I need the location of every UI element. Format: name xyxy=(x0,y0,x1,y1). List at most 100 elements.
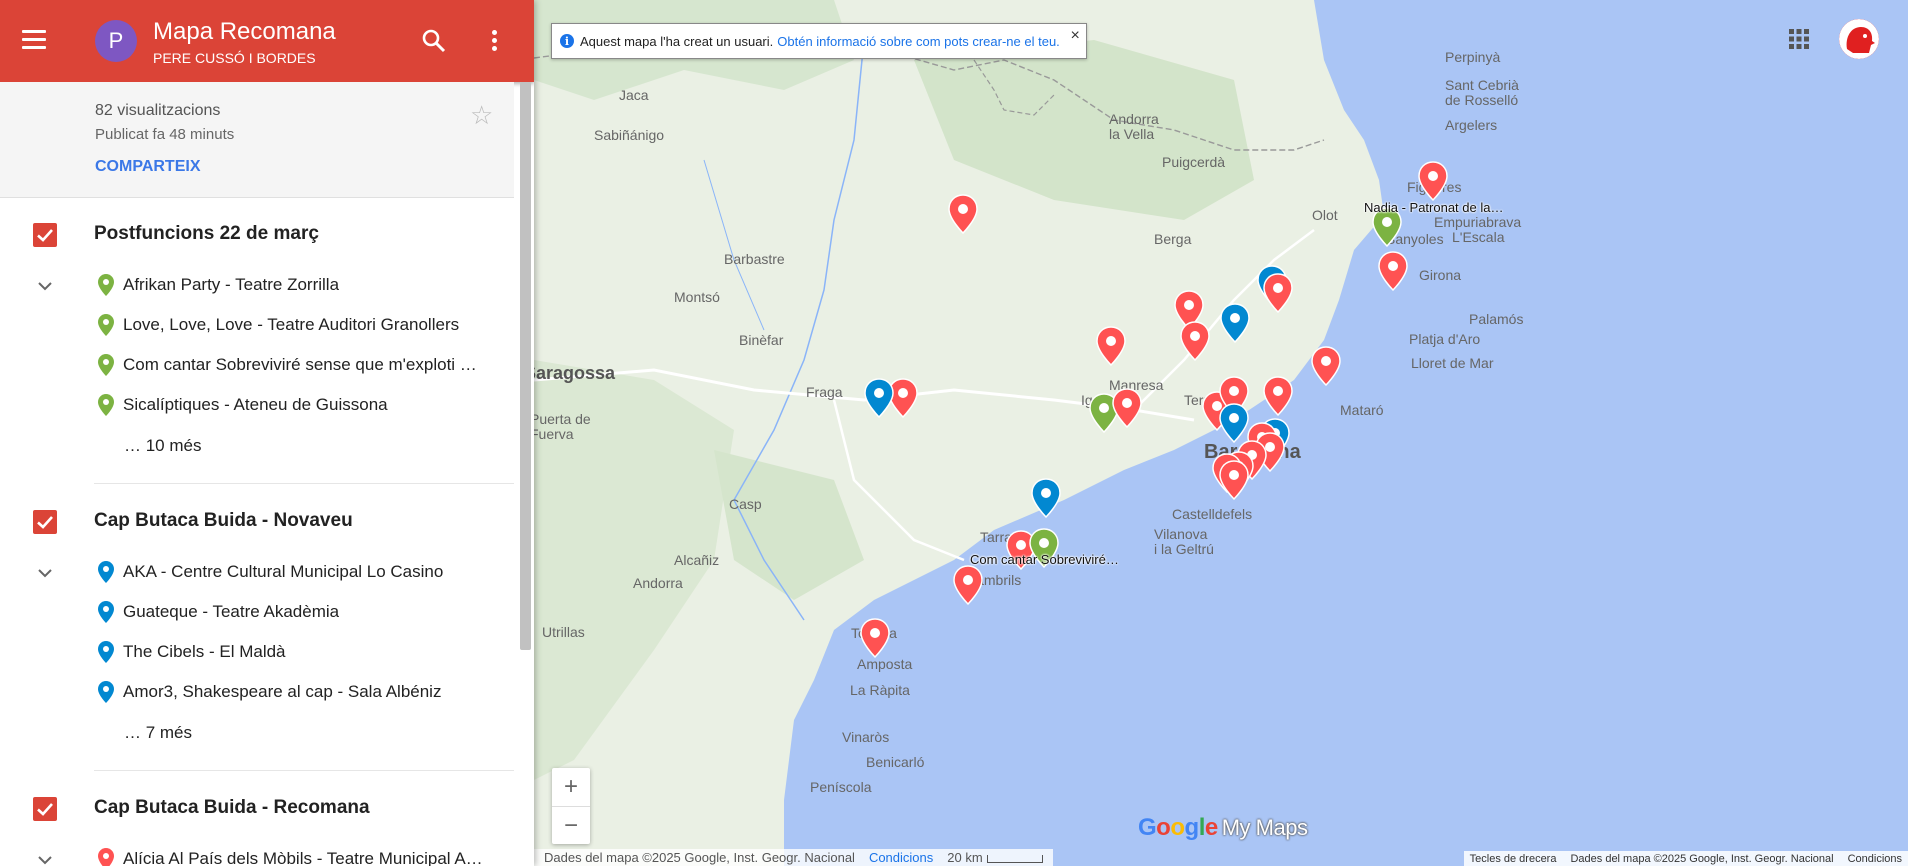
pin-label: Nadia - Patronat de la… xyxy=(1364,200,1504,215)
more-vert-icon[interactable] xyxy=(486,28,502,54)
place-label: Puigcerdà xyxy=(1162,154,1226,170)
map-meta: 82 visualitzacions Publicat fa 48 minuts… xyxy=(0,82,514,198)
place-label: Perpinyà xyxy=(1445,49,1501,65)
search-icon[interactable] xyxy=(421,28,447,54)
map-pin[interactable] xyxy=(864,378,894,418)
layer-item-label: Afrikan Party - Teatre Zorrilla xyxy=(123,275,340,294)
zoom-in-button[interactable]: + xyxy=(552,768,590,807)
map-pin[interactable] xyxy=(1263,273,1293,313)
place-label: Sabiñánigo xyxy=(594,127,665,143)
place-label: Casp xyxy=(729,496,762,512)
panel-scrollbar[interactable] xyxy=(520,82,531,650)
published-time: Publicat fa 48 minuts xyxy=(95,126,235,143)
layer-item[interactable]: Alícia Al País dels Mòbils - Teatre Muni… xyxy=(98,847,483,866)
star-outline-icon[interactable]: ☆ xyxy=(470,100,493,131)
layer-item[interactable]: The Cibels - El Maldà xyxy=(98,640,286,664)
layer-item-label: Guateque - Teatre Akadèmia xyxy=(123,602,340,621)
place-label: Berga xyxy=(1154,231,1192,247)
show-more-link[interactable]: … 7 més xyxy=(124,723,192,743)
map-pin[interactable] xyxy=(1263,376,1293,416)
layer-item[interactable]: Guateque - Teatre Akadèmia xyxy=(98,600,339,624)
layer-item[interactable]: Sicalíptiques - Ateneu de Guissona xyxy=(98,393,388,417)
place-label: Amposta xyxy=(857,656,913,672)
place-label: Andorra la Vella xyxy=(1109,111,1159,142)
pin-label: Com cantar Sobreviviré… xyxy=(970,552,1119,567)
menu-icon[interactable] xyxy=(22,30,46,50)
map-attribution: Dades del mapa ©2025 Google, Inst. Geogr… xyxy=(534,849,1053,866)
map-marker-icon xyxy=(98,848,114,866)
map-title: Mapa Recomana xyxy=(153,18,336,45)
place-label: Vilanova i la Geltrú xyxy=(1154,526,1214,557)
layer-item-label: The Cibels - El Maldà xyxy=(123,642,286,661)
place-label: Castelldefels xyxy=(1172,506,1253,522)
map-pin[interactable] xyxy=(1219,403,1249,443)
place-label: Utrillas xyxy=(542,624,585,640)
conditions-link[interactable]: Condicions xyxy=(869,850,933,865)
layer-item[interactable]: Amor3, Shakespeare al cap - Sala Albéniz xyxy=(98,680,441,704)
map-pin[interactable] xyxy=(1378,251,1408,291)
avatar[interactable]: P xyxy=(95,20,137,62)
apps-grid-icon[interactable] xyxy=(1787,27,1811,51)
banner-link[interactable]: Obtén informació sobre com pots crear-ne… xyxy=(777,34,1060,49)
place-label: Andorra xyxy=(633,575,683,591)
place-label: Girona xyxy=(1419,267,1462,283)
map-marker-icon xyxy=(98,274,114,296)
place-label: Puerta de Fuerva xyxy=(534,411,591,442)
map-attribution-right: Tecles de drecera Dades del mapa ©2025 G… xyxy=(1463,851,1908,866)
place-label: Peníscola xyxy=(810,779,872,795)
place-label: Binèfar xyxy=(739,332,784,348)
account-avatar[interactable] xyxy=(1839,19,1879,59)
map-marker-icon xyxy=(98,601,114,623)
map-pin[interactable] xyxy=(1031,478,1061,518)
map-pin[interactable] xyxy=(1180,321,1210,361)
layer-title[interactable]: Cap Butaca Buida - Recomana xyxy=(94,797,370,819)
layer-item-label: Love, Love, Love - Teatre Auditori Grano… xyxy=(123,315,460,334)
layer-item[interactable]: AKA - Centre Cultural Municipal Lo Casin… xyxy=(98,560,443,584)
info-icon: i xyxy=(560,34,574,48)
layer-item-label: Com cantar Sobreviviré sense que m'explo… xyxy=(123,355,477,374)
place-label: Platja d'Aro xyxy=(1409,331,1481,347)
map-pin[interactable] xyxy=(1418,161,1448,201)
layer-item[interactable]: Afrikan Party - Teatre Zorrilla xyxy=(98,273,339,297)
chevron-down-icon[interactable] xyxy=(36,277,54,295)
place-label: Olot xyxy=(1312,207,1338,223)
conditions-link-right[interactable]: Condicions xyxy=(1848,853,1902,865)
map-author: PERE CUSSÓ I BORDES xyxy=(153,50,316,66)
map-pin[interactable] xyxy=(1112,388,1142,428)
place-label: Jaca xyxy=(619,87,649,103)
place-label: Palamós xyxy=(1469,311,1524,327)
chevron-down-icon[interactable] xyxy=(36,851,54,866)
layer-item-label: Alícia Al País dels Mòbils - Teatre Muni… xyxy=(123,849,483,866)
share-button[interactable]: COMPARTEIX xyxy=(95,158,200,176)
map-marker-icon xyxy=(98,354,114,376)
zoom-out-button[interactable]: − xyxy=(552,807,590,845)
map-pin[interactable] xyxy=(1311,346,1341,386)
layer-item[interactable]: Com cantar Sobreviviré sense que m'explo… xyxy=(98,353,477,377)
place-label: Lloret de Mar xyxy=(1411,355,1494,371)
map-canvas[interactable]: Perpinyà Sant Cebrià de Rosselló Argelers A… xyxy=(534,0,1908,866)
place-label: Alcañiz xyxy=(674,552,720,568)
checkbox-checked-icon[interactable] xyxy=(33,797,57,821)
place-label: Fraga xyxy=(806,384,843,400)
layer-title[interactable]: Postfuncions 22 de març xyxy=(94,223,319,245)
banner-text: Aquest mapa l'ha creat un usuari. xyxy=(580,33,774,49)
checkbox-checked-icon[interactable] xyxy=(33,510,57,534)
close-icon[interactable]: × xyxy=(1070,27,1079,45)
layer-title[interactable]: Cap Butaca Buida - Novaveu xyxy=(94,510,353,532)
google-my-maps-logo: Google My Maps xyxy=(1138,814,1308,841)
layer-item-label: AKA - Centre Cultural Municipal Lo Casin… xyxy=(123,562,444,581)
map-pin[interactable] xyxy=(1220,303,1250,343)
keyboard-shortcuts-link[interactable]: Tecles de drecera xyxy=(1470,853,1557,865)
map-data-credit-right: Dades del mapa ©2025 Google, Inst. Geogr… xyxy=(1570,852,1834,865)
map-pin[interactable] xyxy=(860,618,890,658)
map-pin[interactable] xyxy=(1219,460,1249,500)
chevron-down-icon[interactable] xyxy=(36,564,54,582)
map-marker-icon xyxy=(98,394,114,416)
map-pin[interactable] xyxy=(948,194,978,234)
map-pin[interactable] xyxy=(1096,326,1126,366)
map-pin[interactable] xyxy=(953,565,983,605)
map-data-credit: Dades del mapa ©2025 Google, Inst. Geogr… xyxy=(544,850,855,865)
show-more-link[interactable]: … 10 més xyxy=(124,436,201,456)
checkbox-checked-icon[interactable] xyxy=(33,223,57,247)
layer-item[interactable]: Love, Love, Love - Teatre Auditori Grano… xyxy=(98,313,459,337)
